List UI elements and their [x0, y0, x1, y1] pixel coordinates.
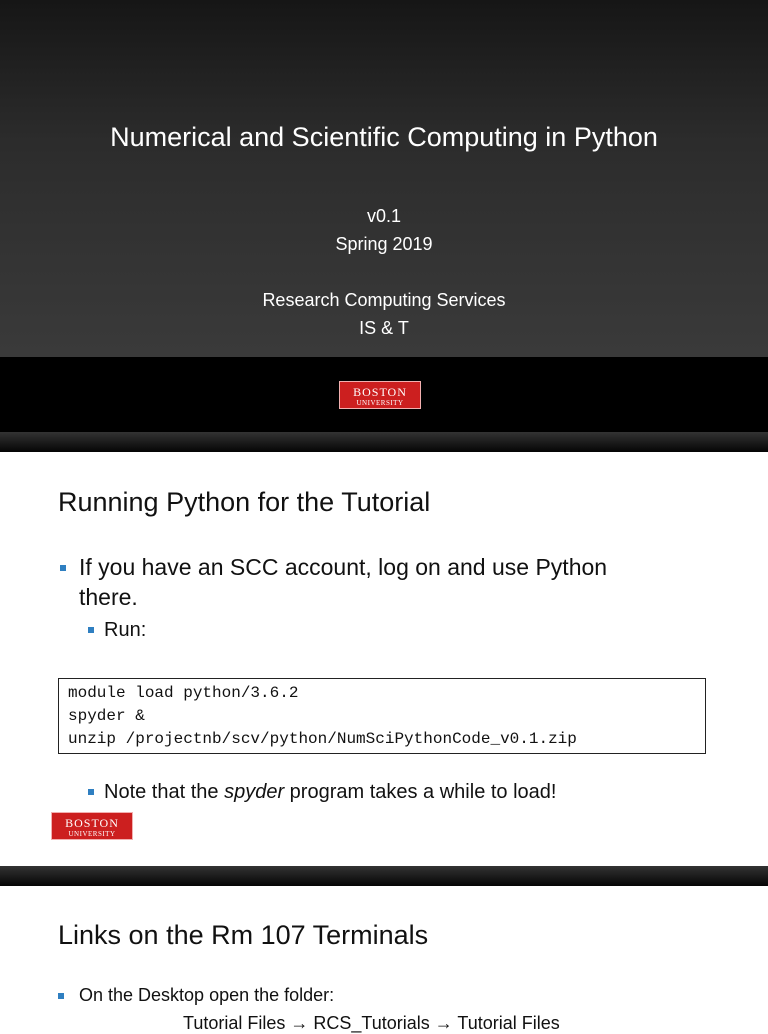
sub-bullet-icon: [88, 789, 94, 795]
code-block: module load python/3.6.2 spyder & unzip /p…: [58, 678, 706, 754]
department: IS & T: [359, 318, 409, 338]
slide-divider: [0, 432, 768, 452]
bu-logo: BOSTON UNIVERSITY: [339, 381, 421, 409]
logo-line2: UNIVERSITY: [68, 830, 116, 838]
note-post: program takes a while to load!: [284, 781, 557, 803]
slide-divider: [0, 866, 768, 886]
term: Spring 2019: [335, 234, 433, 254]
bullet-icon: [58, 993, 64, 999]
code-line: unzip /projectnb/scv/python/NumSciPython…: [68, 730, 577, 748]
bullet-text: If you have an SCC account, log on and u…: [79, 554, 608, 580]
sub-bullet-text: Run:: [104, 619, 147, 641]
title-slide: Numerical and Scientific Computing in Py…: [0, 0, 768, 355]
code-line: spyder &: [68, 707, 145, 725]
bullet-text: On the Desktop open the folder:: [79, 985, 335, 1005]
bullet-text-cont: there.: [79, 584, 138, 610]
slide-title: Numerical and Scientific Computing in Py…: [110, 122, 658, 152]
version: v0.1: [366, 206, 402, 226]
organization: Research Computing Services: [262, 290, 506, 310]
bu-logo-small: BOSTON UNIVERSITY: [51, 812, 133, 840]
note-text: Note that the spyder program takes a whi…: [104, 781, 556, 804]
logo-line2: UNIVERSITY: [356, 399, 404, 407]
slide3-title: Links on the Rm 107 Terminals: [58, 920, 429, 950]
note-pre: Note that the: [104, 781, 225, 803]
bullet-icon: [60, 565, 66, 571]
code-line: module load python/3.6.2: [68, 684, 299, 702]
sub-bullet-icon: [88, 627, 94, 633]
logo-line1: BOSTON: [65, 816, 119, 830]
note-emphasis: spyder: [224, 781, 285, 803]
slide2-title: Running Python for the Tutorial: [58, 487, 431, 517]
logo-line1: BOSTON: [353, 385, 407, 399]
title-slide-footer: BOSTON UNIVERSITY: [0, 355, 768, 432]
